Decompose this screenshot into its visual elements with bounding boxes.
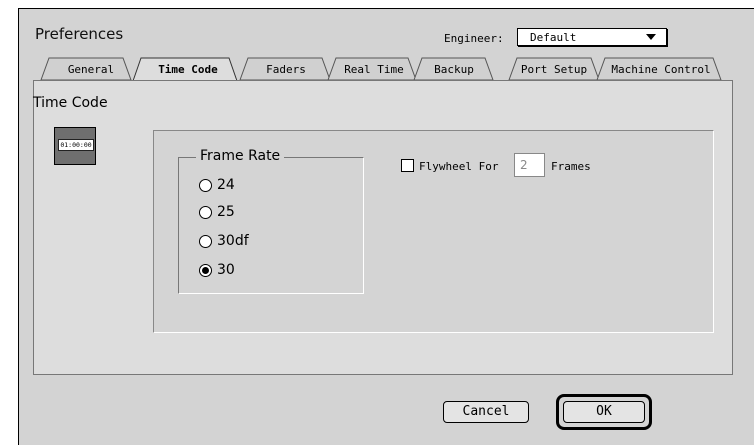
flywheel-checkbox[interactable] bbox=[401, 159, 414, 172]
tab-bar: General Time Code Faders Real Time Backu… bbox=[19, 9, 754, 89]
radio-circle-icon bbox=[199, 205, 212, 219]
radio-selected-icon bbox=[199, 263, 212, 277]
tab-machine-control[interactable]: Machine Control bbox=[609, 63, 713, 76]
radio-circle-icon bbox=[199, 234, 212, 248]
frames-label: Frames bbox=[551, 160, 591, 173]
tab-real-time[interactable]: Real Time bbox=[337, 63, 411, 76]
preferences-dialog: Preferences Engineer: Default General Ti… bbox=[18, 8, 754, 445]
tab-time-code[interactable]: Time Code bbox=[143, 63, 233, 76]
radio-24[interactable]: 24 bbox=[199, 176, 235, 194]
radio-label: 30 bbox=[217, 262, 235, 278]
radio-circle-icon bbox=[199, 178, 212, 192]
frame-rate-title: Frame Rate bbox=[196, 148, 285, 164]
tab-faders[interactable]: Faders bbox=[251, 63, 321, 76]
radio-30[interactable]: 30 bbox=[199, 261, 235, 279]
tab-port-setup[interactable]: Port Setup bbox=[513, 63, 595, 76]
time-code-icon-digits: 01:00:00 bbox=[58, 139, 94, 151]
radio-30df[interactable]: 30df bbox=[199, 232, 249, 250]
radio-label: 30df bbox=[217, 233, 249, 249]
radio-25[interactable]: 25 bbox=[199, 203, 235, 221]
cancel-button[interactable]: Cancel bbox=[443, 401, 529, 423]
ok-button[interactable]: OK bbox=[563, 401, 645, 423]
tab-general[interactable]: General bbox=[61, 63, 121, 76]
tab-backup[interactable]: Backup bbox=[424, 63, 484, 76]
tab-shapes bbox=[40, 57, 722, 82]
flywheel-frames-input[interactable]: 2 bbox=[514, 153, 545, 177]
radio-label: 24 bbox=[217, 177, 235, 193]
panel-title: Time Code bbox=[33, 95, 108, 111]
time-code-icon: 01:00:00 bbox=[54, 127, 96, 165]
radio-label: 25 bbox=[217, 204, 235, 220]
flywheel-label: Flywheel For bbox=[419, 160, 499, 173]
